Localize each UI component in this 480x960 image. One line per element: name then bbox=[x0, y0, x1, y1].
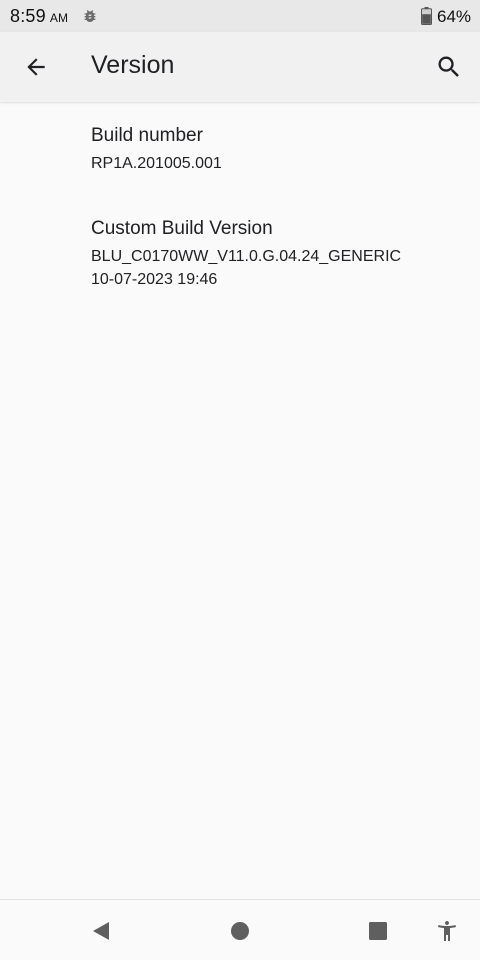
status-clock: 8:59 AM bbox=[10, 6, 68, 27]
search-button[interactable] bbox=[427, 45, 471, 89]
arrow-back-icon bbox=[27, 58, 45, 76]
recents-square-icon bbox=[369, 922, 387, 940]
nav-accessibility-button[interactable] bbox=[432, 916, 462, 946]
status-time-value: 8:59 bbox=[10, 6, 46, 26]
accessibility-icon bbox=[438, 921, 456, 941]
pref-summary: RP1A.201005.001 bbox=[91, 155, 222, 172]
back-triangle-icon bbox=[93, 922, 109, 940]
bug-icon bbox=[84, 10, 96, 22]
status-ampm: AM bbox=[49, 11, 69, 25]
screen: 8:59 AM 64% Version Build number RP1A.20… bbox=[0, 0, 480, 960]
pref-build-number[interactable]: Build number RP1A.201005.001 bbox=[0, 103, 480, 196]
status-bar: 8:59 AM 64% bbox=[0, 0, 480, 32]
pref-summary-line-1: BLU_C0170WW_V11.0.G.04.24_GENERIC bbox=[91, 248, 402, 265]
pref-custom-build-version[interactable]: Custom Build Version BLU_C0170WW_V11.0.G… bbox=[0, 196, 480, 306]
nav-home-button[interactable] bbox=[225, 916, 255, 946]
home-circle-icon bbox=[231, 922, 249, 940]
search-icon bbox=[438, 56, 459, 77]
navigation-bar bbox=[0, 899, 480, 960]
battery-icon bbox=[421, 7, 432, 25]
app-bar: Version bbox=[0, 32, 480, 102]
battery-percent: 64% bbox=[437, 7, 472, 26]
nav-back-button[interactable] bbox=[86, 916, 116, 946]
pref-title: Build number bbox=[91, 125, 203, 146]
page-title: Version bbox=[91, 51, 175, 79]
pref-title: Custom Build Version bbox=[91, 218, 273, 239]
nav-recents-button[interactable] bbox=[363, 916, 393, 946]
back-button[interactable] bbox=[14, 45, 58, 89]
pref-summary-line-2: 10-07-2023 19:46 bbox=[91, 271, 218, 288]
